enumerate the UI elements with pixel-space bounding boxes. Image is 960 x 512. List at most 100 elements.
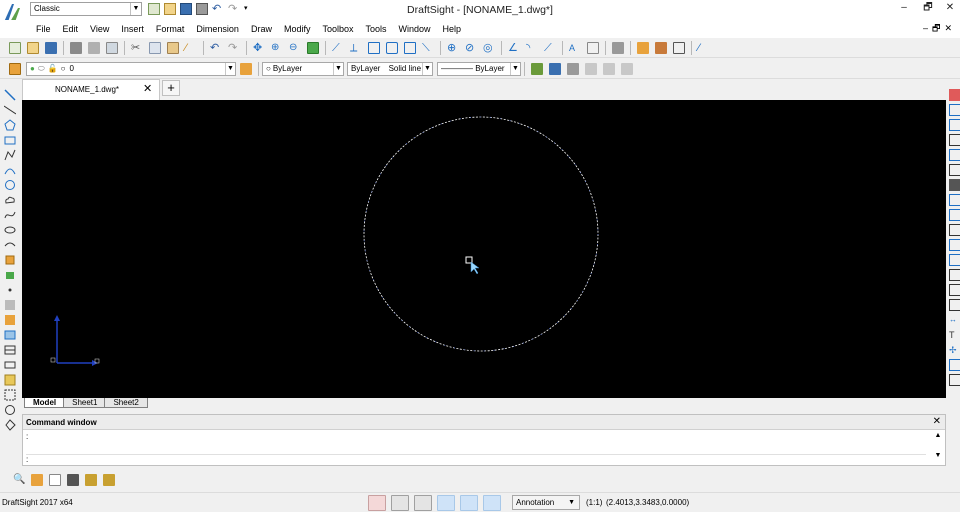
linetype-select[interactable]: ByLayer Solid line ▼	[347, 61, 433, 76]
line-icon[interactable]	[4, 89, 16, 101]
palette-icon[interactable]	[85, 474, 97, 486]
close-command-window-icon[interactable]: ✕	[933, 416, 941, 427]
style-manager-icon[interactable]	[531, 62, 543, 75]
options-icon[interactable]: ⁄	[698, 42, 710, 54]
paste-icon[interactable]	[167, 41, 179, 54]
hatch-icon[interactable]	[4, 299, 16, 311]
cut-icon[interactable]: ✂	[131, 42, 143, 54]
circle-diameter-icon[interactable]: ⊘	[465, 42, 477, 54]
layer-on-icon[interactable]: ●	[30, 63, 35, 75]
layer-select[interactable]: ● ⬭ 🔓 ○ 0 ▼	[26, 61, 236, 76]
new-icon[interactable]	[9, 41, 21, 54]
tab-sheet1[interactable]: Sheet1	[63, 398, 107, 408]
text-edit-icon[interactable]: T	[949, 329, 960, 341]
pattern-icon[interactable]	[949, 149, 960, 161]
block-icon[interactable]	[386, 41, 398, 54]
redo-icon[interactable]: ↷	[228, 42, 240, 54]
new-tab-button[interactable]: +	[162, 80, 180, 96]
menu-tools[interactable]: Tools	[360, 20, 393, 38]
ortho-icon[interactable]: ⟂	[350, 42, 362, 54]
infinite-line-icon[interactable]	[4, 104, 16, 116]
scroll-up-icon[interactable]: ▲	[933, 431, 943, 441]
array-icon[interactable]: ✢	[949, 344, 960, 356]
ortho-button[interactable]	[414, 495, 432, 511]
lineweight-button[interactable]	[483, 495, 501, 511]
menu-toolbox[interactable]: Toolbox	[316, 20, 359, 38]
menu-dimension[interactable]: Dimension	[190, 20, 245, 38]
esnap-button[interactable]	[437, 495, 455, 511]
select-window-icon[interactable]	[4, 389, 16, 401]
tab-model[interactable]: Model	[24, 398, 66, 408]
layer-manager-icon[interactable]	[637, 41, 649, 54]
snap-icon[interactable]: ⟋	[332, 42, 344, 54]
dimension-manager-icon[interactable]	[585, 62, 597, 75]
ellipse-icon[interactable]	[4, 224, 16, 236]
print-config-icon[interactable]	[612, 41, 624, 54]
text-style-manager-icon[interactable]	[567, 62, 579, 75]
scroll-down-icon[interactable]: ▼	[933, 451, 943, 461]
zoom-icon[interactable]: 🔍	[13, 474, 25, 486]
ellipse-arc-icon[interactable]	[4, 239, 16, 251]
layer-previous-icon[interactable]	[240, 62, 252, 75]
scale-icon[interactable]	[949, 194, 960, 206]
multiline-text-icon[interactable]	[4, 359, 16, 371]
multileader-style-icon[interactable]	[603, 62, 615, 75]
chevron-down-icon[interactable]: ▼	[225, 62, 235, 75]
make-block-icon[interactable]	[4, 269, 16, 281]
explode-icon[interactable]: ↔	[949, 314, 960, 326]
match-properties-icon[interactable]: ⁄	[185, 42, 197, 54]
drawn-circle[interactable]	[363, 116, 599, 352]
select-mode-button[interactable]	[368, 495, 386, 511]
design-resources-icon[interactable]	[655, 41, 667, 54]
extend-icon[interactable]	[949, 239, 960, 251]
donut-icon[interactable]	[4, 404, 16, 416]
polyline-icon[interactable]: ⟋	[544, 42, 556, 54]
tab-noname-1[interactable]: NONAME_1.dwg* ✕	[22, 79, 160, 100]
break-icon[interactable]	[949, 254, 960, 266]
etrack-button[interactable]	[460, 495, 478, 511]
note-icon[interactable]	[4, 374, 16, 386]
print-icon[interactable]	[70, 41, 82, 54]
erase-icon[interactable]	[949, 89, 960, 101]
rotate-icon[interactable]	[949, 179, 960, 191]
menu-file[interactable]: File	[30, 20, 57, 38]
chevron-down-icon[interactable]: ▼	[568, 496, 575, 509]
open-icon[interactable]	[27, 41, 39, 54]
layer-freeze-icon[interactable]: ⬭	[38, 63, 45, 75]
chevron-down-icon[interactable]: ▼	[333, 62, 343, 75]
reference-icon[interactable]	[67, 474, 79, 486]
table-icon[interactable]	[404, 41, 416, 54]
layers-icon[interactable]	[9, 62, 21, 75]
polygon-icon[interactable]	[4, 119, 16, 131]
dimension-style-icon[interactable]	[587, 41, 599, 54]
rectangle-icon[interactable]	[4, 134, 16, 146]
stretch-icon[interactable]	[949, 209, 960, 221]
menu-view[interactable]: View	[84, 20, 115, 38]
copy-entity-icon[interactable]	[949, 104, 960, 116]
zoom-previous-icon[interactable]: ⊖	[289, 42, 301, 54]
command-input[interactable]: :	[26, 454, 926, 464]
spline-icon[interactable]	[4, 209, 16, 221]
trim-icon[interactable]	[949, 224, 960, 236]
undo-icon[interactable]: ↶	[210, 42, 222, 54]
lengthen-icon[interactable]	[949, 374, 960, 386]
drawing-area[interactable]	[22, 100, 946, 398]
properties-icon[interactable]	[307, 41, 319, 54]
center-mark-icon[interactable]: ⊕	[447, 42, 459, 54]
rectangle-icon[interactable]	[368, 41, 380, 54]
offset-icon[interactable]	[949, 134, 960, 146]
minimize-button[interactable]: –	[892, 0, 916, 16]
join-icon[interactable]	[949, 269, 960, 281]
layer-states-icon[interactable]	[31, 474, 43, 486]
menu-window[interactable]: Window	[393, 20, 437, 38]
annotation-select[interactable]: Annotation ▼	[512, 495, 580, 510]
menu-insert[interactable]: Insert	[115, 20, 150, 38]
zoom-window-icon[interactable]: ⊕	[271, 42, 283, 54]
close-button[interactable]: ✕	[938, 0, 960, 16]
circle-icon[interactable]	[4, 179, 16, 191]
menu-draw[interactable]: Draw	[245, 20, 278, 38]
table-style-icon[interactable]	[549, 62, 561, 75]
gradient-icon[interactable]	[4, 314, 16, 326]
text-style-icon[interactable]: A	[569, 42, 581, 54]
insert-block-icon[interactable]	[4, 254, 16, 266]
